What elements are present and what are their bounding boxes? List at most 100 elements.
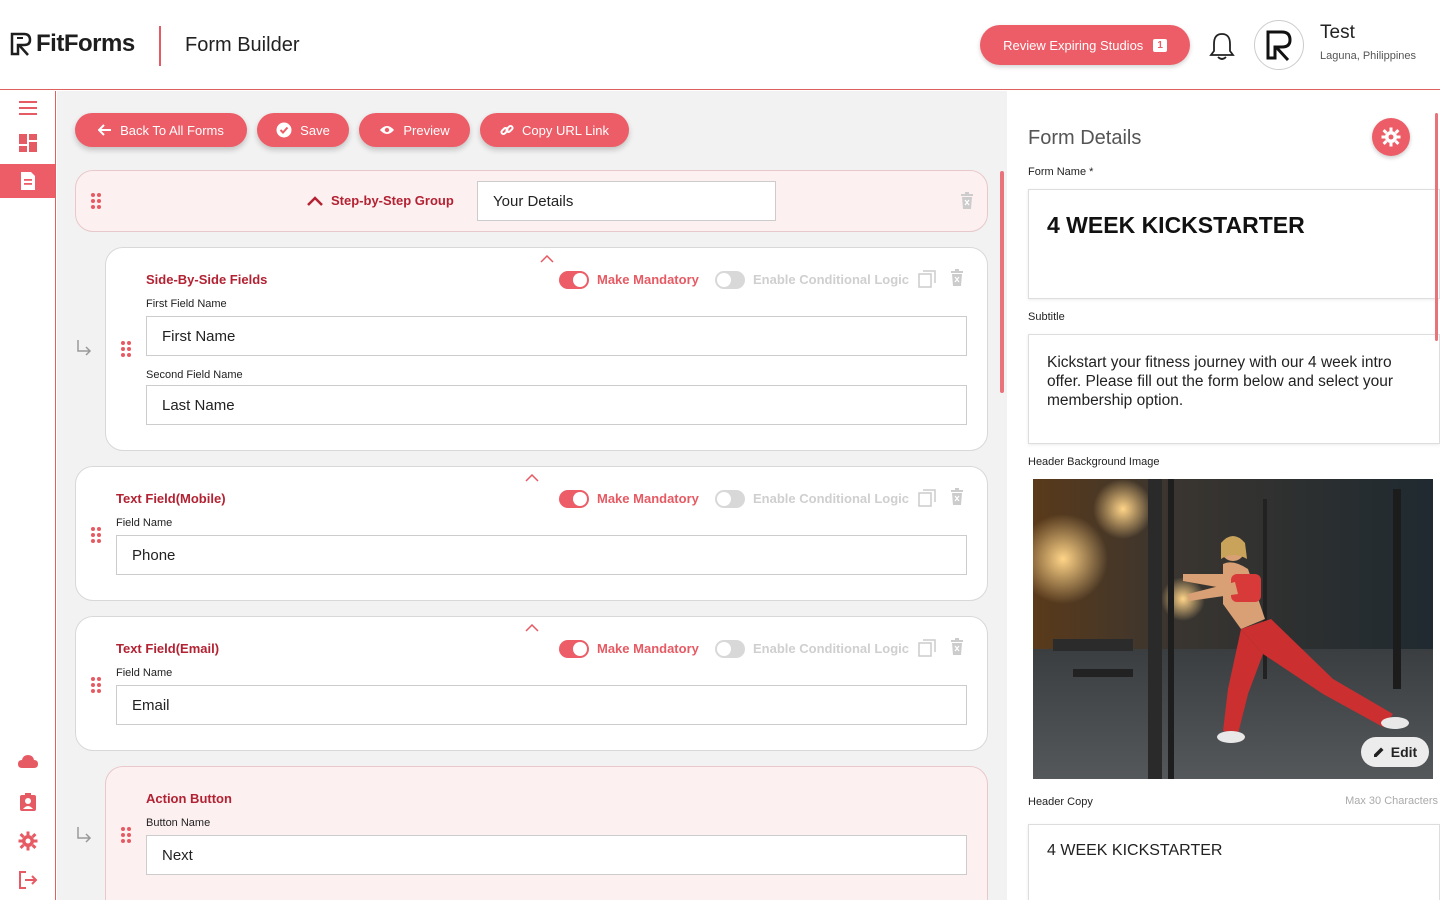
subtitle-value: Kickstart your fitness journey with our … bbox=[1047, 354, 1394, 409]
email-field-input[interactable]: Email bbox=[116, 685, 967, 725]
nested-arrow-icon bbox=[77, 340, 92, 356]
gym-photo bbox=[1033, 479, 1433, 779]
conditional-logic-toggle[interactable] bbox=[715, 490, 745, 508]
conditional-logic-toggle[interactable] bbox=[715, 271, 745, 289]
logo-icon bbox=[10, 32, 32, 56]
field-card-mobile: Text Field(Mobile) Make Mandatory Enable… bbox=[75, 466, 988, 601]
header-divider bbox=[159, 26, 161, 66]
collapse-chevron-icon[interactable] bbox=[540, 255, 554, 263]
nested-arrow-icon bbox=[77, 827, 92, 843]
check-circle-icon bbox=[276, 122, 292, 138]
first-field-name-label: First Field Name bbox=[146, 298, 227, 310]
gear-icon bbox=[1381, 127, 1401, 147]
logout-icon[interactable] bbox=[0, 863, 55, 897]
field-title: Side-By-Side Fields bbox=[146, 272, 268, 287]
subtitle-textarea[interactable]: Kickstart your fitness journey with our … bbox=[1028, 334, 1440, 444]
menu-icon[interactable] bbox=[0, 91, 55, 125]
mandatory-label: Make Mandatory bbox=[597, 491, 699, 506]
copy-url-button-label: Copy URL Link bbox=[522, 122, 609, 138]
phone-field-input[interactable]: Phone bbox=[116, 535, 967, 575]
avatar[interactable] bbox=[1254, 20, 1304, 70]
brand-name: FitForms bbox=[36, 30, 135, 57]
first-field-input[interactable]: First Name bbox=[146, 316, 967, 356]
pencil-icon bbox=[1373, 747, 1384, 757]
delete-icon[interactable] bbox=[950, 638, 964, 656]
second-field-name-label: Second Field Name bbox=[146, 369, 243, 381]
mandatory-label: Make Mandatory bbox=[597, 272, 699, 287]
button-name-label: Button Name bbox=[146, 817, 211, 829]
review-expiring-studios-button[interactable]: Review Expiring Studios 1 bbox=[980, 25, 1190, 65]
user-location: Laguna, Philippines bbox=[1320, 50, 1417, 62]
button-name-input[interactable]: Next bbox=[146, 835, 967, 875]
edit-button-label: Edit bbox=[1390, 744, 1418, 760]
back-to-all-forms-button[interactable]: Back To All Forms bbox=[75, 113, 247, 147]
header-copy-value: 4 WEEK KICKSTARTER bbox=[1047, 842, 1223, 859]
step-group-toggle[interactable]: Step-by-Step Group bbox=[307, 193, 454, 208]
collapse-chevron-icon[interactable] bbox=[525, 624, 539, 632]
preview-button[interactable]: Preview bbox=[359, 113, 470, 147]
field-card-side-by-side: Side-By-Side Fields Make Mandatory Enabl… bbox=[105, 247, 988, 451]
duplicate-icon[interactable] bbox=[918, 489, 936, 507]
mandatory-toggle[interactable] bbox=[559, 490, 589, 508]
top-bar: FitForms Form Builder Review Expiring St… bbox=[0, 0, 1440, 90]
duplicate-icon[interactable] bbox=[918, 639, 936, 657]
preview-button-label: Preview bbox=[403, 122, 450, 138]
bell-icon[interactable] bbox=[1208, 31, 1236, 66]
page-title: Form Builder bbox=[185, 34, 300, 56]
step-group-card: Step-by-Step Group Your Details bbox=[75, 170, 988, 232]
delete-icon[interactable] bbox=[950, 269, 964, 287]
details-scrollbar[interactable] bbox=[1435, 113, 1438, 341]
brand-logo[interactable]: FitForms bbox=[10, 30, 135, 58]
form-details-panel: Form Details Form Name * 4 WEEK KICKSTAR… bbox=[1008, 91, 1440, 900]
header-image-label: Header Background Image bbox=[1028, 456, 1160, 468]
header-background-image: Edit bbox=[1033, 479, 1433, 779]
review-count-badge: 1 bbox=[1153, 38, 1167, 52]
chevron-up-icon bbox=[307, 195, 323, 206]
settings-gear-button[interactable] bbox=[1372, 118, 1410, 156]
copy-url-link-button[interactable]: Copy URL Link bbox=[480, 113, 629, 147]
save-button[interactable]: Save bbox=[257, 113, 349, 147]
user-name: Test bbox=[1320, 22, 1355, 43]
header-copy-max-hint: Max 30 Characters bbox=[1345, 795, 1438, 807]
form-name-label: Form Name * bbox=[1028, 166, 1094, 178]
header-copy-label: Header Copy bbox=[1028, 796, 1093, 808]
field-name-label: Field Name bbox=[116, 517, 173, 529]
builder-scrollbar[interactable] bbox=[1000, 171, 1004, 393]
cloud-icon[interactable] bbox=[0, 745, 55, 779]
form-name-value: 4 WEEK KICKSTARTER bbox=[1047, 212, 1305, 238]
drag-handle-icon[interactable] bbox=[91, 677, 101, 693]
delete-group-icon[interactable] bbox=[960, 192, 974, 210]
drag-handle-icon[interactable] bbox=[91, 527, 101, 543]
builder-canvas: Back To All Forms Save Preview Copy URL … bbox=[57, 91, 1007, 900]
delete-icon[interactable] bbox=[950, 488, 964, 506]
field-card-action-button: Action Button Button Name Next bbox=[105, 766, 988, 900]
collapse-chevron-icon[interactable] bbox=[525, 474, 539, 482]
avatar-logo-icon bbox=[1266, 30, 1292, 61]
drag-handle-icon[interactable] bbox=[91, 193, 101, 209]
back-button-label: Back To All Forms bbox=[120, 122, 224, 138]
edit-image-button[interactable]: Edit bbox=[1361, 737, 1429, 767]
duplicate-icon[interactable] bbox=[918, 270, 936, 288]
field-card-email: Text Field(Email) Make Mandatory Enable … bbox=[75, 616, 988, 751]
sidebar bbox=[0, 91, 56, 900]
conditional-logic-toggle[interactable] bbox=[715, 640, 745, 658]
field-title: Text Field(Email) bbox=[116, 641, 220, 656]
mandatory-toggle[interactable] bbox=[559, 271, 589, 289]
link-icon bbox=[500, 124, 514, 136]
form-name-input[interactable]: 4 WEEK KICKSTARTER bbox=[1028, 189, 1440, 299]
settings-icon[interactable] bbox=[0, 824, 55, 858]
drag-handle-icon[interactable] bbox=[121, 827, 131, 843]
eye-icon bbox=[380, 126, 395, 134]
save-button-label: Save bbox=[300, 122, 330, 138]
header-copy-input[interactable]: 4 WEEK KICKSTARTER bbox=[1028, 824, 1440, 900]
drag-handle-icon[interactable] bbox=[121, 341, 131, 357]
contact-badge-icon[interactable] bbox=[0, 785, 55, 819]
dashboard-icon[interactable] bbox=[0, 126, 55, 160]
group-name-input[interactable]: Your Details bbox=[477, 181, 776, 221]
forms-icon[interactable] bbox=[0, 164, 55, 198]
second-field-input[interactable]: Last Name bbox=[146, 385, 967, 425]
mandatory-toggle[interactable] bbox=[559, 640, 589, 658]
form-details-title: Form Details bbox=[1028, 127, 1142, 149]
field-name-label: Field Name bbox=[116, 667, 173, 679]
field-title: Text Field(Mobile) bbox=[116, 491, 226, 506]
